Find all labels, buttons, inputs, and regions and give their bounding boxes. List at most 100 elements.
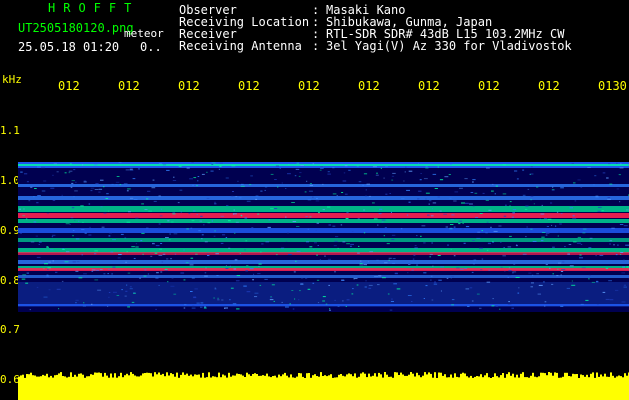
noise-speck — [275, 165, 279, 167]
noise-speck — [111, 273, 113, 275]
spectrogram-plot — [18, 100, 629, 400]
noise-speck — [148, 210, 152, 212]
noise-speck — [246, 265, 249, 267]
noise-speck — [560, 213, 563, 214]
band-top-core — [18, 164, 629, 166]
noise-speck — [351, 293, 354, 295]
noise-speck — [64, 261, 69, 263]
baseline-spike — [298, 373, 300, 380]
noise-speck — [245, 240, 248, 242]
noise-speck — [382, 277, 386, 279]
noise-speck — [239, 197, 242, 199]
noise-speck — [462, 222, 464, 224]
baseline-spike — [428, 372, 430, 380]
noise-speck — [156, 272, 159, 274]
baseline-spike — [626, 375, 628, 380]
noise-speck — [103, 212, 107, 214]
noise-speck — [123, 183, 128, 185]
noise-speck — [450, 219, 455, 221]
noise-speck — [291, 202, 295, 203]
noise-speck — [375, 174, 379, 176]
noise-speck — [508, 267, 511, 269]
baseline-spike — [450, 374, 452, 380]
baseline-spike — [92, 374, 94, 380]
noise-speck — [427, 214, 430, 216]
baseline-spike — [462, 372, 464, 380]
noise-speck — [159, 248, 162, 250]
noise-speck — [214, 201, 216, 203]
noise-speck — [204, 272, 207, 274]
noise-speck — [322, 296, 326, 298]
noise-speck — [486, 167, 490, 169]
baseline-spike — [348, 373, 350, 380]
baseline-spike — [208, 372, 210, 380]
baseline-spike — [74, 374, 76, 380]
noise-speck — [52, 200, 56, 201]
noise-speck — [580, 186, 583, 188]
baseline-spike — [28, 374, 30, 380]
noise-speck — [43, 268, 45, 269]
band — [18, 219, 629, 223]
noise-speck — [218, 168, 220, 170]
baseline-spike — [580, 374, 582, 380]
baseline-spike — [172, 374, 174, 380]
noise-speck — [544, 305, 546, 307]
y-tick-label: 0.8 — [0, 274, 20, 287]
baseline-spike — [244, 377, 246, 380]
noise-speck — [312, 163, 315, 165]
noise-speck — [147, 190, 151, 192]
baseline-spike — [596, 372, 598, 380]
baseline-spike — [320, 372, 322, 380]
noise-speck — [374, 276, 378, 278]
noise-speck — [391, 179, 394, 181]
baseline-spike — [552, 375, 554, 380]
baseline-spike — [588, 377, 590, 380]
noise-speck — [350, 243, 354, 245]
noise-speck — [21, 278, 26, 280]
noise-speck — [117, 257, 121, 259]
baseline-spike — [266, 373, 268, 380]
noise-speck — [453, 255, 456, 257]
noise-speck — [24, 173, 28, 175]
noise-speck — [559, 223, 562, 225]
noise-speck — [90, 190, 93, 192]
noise-speck — [320, 167, 324, 169]
noise-speck — [200, 215, 203, 217]
noise-speck — [327, 206, 331, 208]
baseline-spike — [484, 375, 486, 380]
noise-speck — [444, 176, 449, 178]
noise-speck — [461, 202, 465, 204]
noise-speck — [384, 227, 387, 229]
noise-speck — [309, 216, 312, 218]
noise-speck — [124, 295, 127, 297]
noise-speck — [312, 282, 315, 284]
baseline-spike — [318, 376, 320, 380]
noise-speck — [357, 252, 360, 254]
noise-speck — [155, 308, 157, 310]
noise-speck — [580, 303, 584, 305]
noise-speck — [41, 190, 46, 192]
noise-speck — [617, 244, 619, 246]
noise-speck — [147, 273, 150, 275]
noise-speck — [345, 306, 347, 307]
baseline-spike — [138, 376, 140, 380]
noise-speck — [621, 272, 626, 274]
baseline-spike — [554, 372, 556, 380]
noise-speck — [125, 261, 128, 263]
noise-speck — [479, 307, 482, 309]
spectrogram-canvas — [18, 162, 629, 400]
noise-speck — [196, 302, 200, 304]
baseline-spike — [520, 373, 522, 380]
noise-speck — [446, 277, 449, 279]
baseline-spike — [72, 376, 74, 380]
baseline-spike — [618, 375, 620, 380]
noise-speck — [491, 183, 494, 185]
baseline-spike — [68, 376, 70, 380]
baseline-spike — [576, 374, 578, 380]
noise-speck — [150, 255, 153, 257]
noise-speck — [135, 243, 138, 245]
noise-speck — [81, 254, 83, 256]
y-tick-label: 1.0 — [0, 174, 20, 187]
noise-speck — [178, 165, 182, 167]
noise-speck — [108, 292, 111, 293]
